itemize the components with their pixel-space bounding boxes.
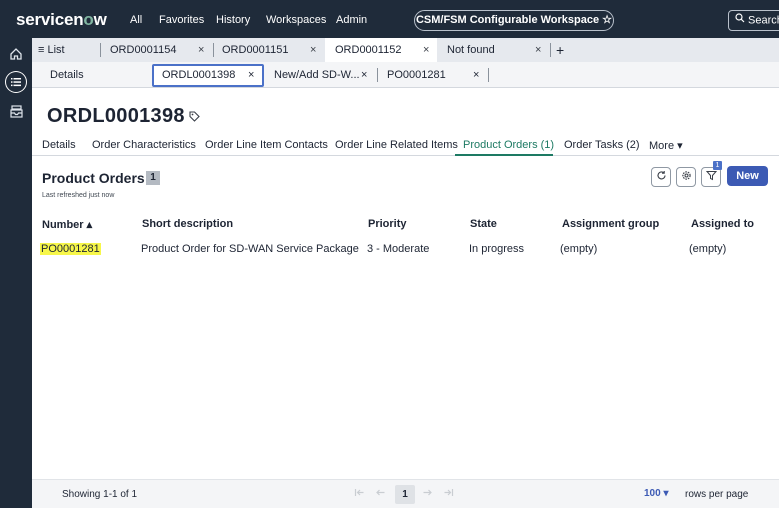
column-header-short-description[interactable]: Short description xyxy=(142,218,233,230)
active-tab-indicator xyxy=(455,154,553,156)
close-icon[interactable]: × xyxy=(423,38,429,62)
tab-label: Not found xyxy=(447,44,495,56)
close-icon[interactable]: × xyxy=(361,64,367,87)
tab-order-characteristics[interactable]: Order Characteristics xyxy=(92,139,196,151)
nav-admin[interactable]: Admin xyxy=(336,14,367,26)
nav-workspaces[interactable]: Workspaces xyxy=(266,14,326,26)
tab-label: New/Add SD-W... xyxy=(274,69,360,81)
filter-count-badge: 1 xyxy=(713,161,722,170)
table-cell-priority: 3 - Moderate xyxy=(367,243,430,255)
gear-icon xyxy=(681,170,692,184)
search-icon xyxy=(735,11,745,30)
tab-order-line-related-items[interactable]: Order Line Related Items xyxy=(335,139,458,151)
home-icon[interactable] xyxy=(5,43,27,65)
record-subtab-bar: Details ORDL0001398 × New/Add SD-W... × PO… xyxy=(32,62,779,88)
showing-count: Showing 1-1 of 1 xyxy=(62,489,138,500)
add-tab-button[interactable]: + xyxy=(556,38,570,62)
subtab-details[interactable]: Details xyxy=(50,64,130,87)
top-navigation-bar: servicenow All Favorites History Workspa… xyxy=(0,0,779,38)
column-header-state[interactable]: State xyxy=(470,218,497,230)
column-header-number[interactable]: Number ▴ xyxy=(42,218,92,231)
tab-divider xyxy=(213,43,214,57)
table-cell-state: In progress xyxy=(469,243,525,255)
tab-label: ORD0001152 xyxy=(335,44,402,56)
product-orders-panel: Product Orders 1 Last refreshed just now… xyxy=(32,157,779,508)
nav-favorites[interactable]: Favorites xyxy=(159,14,204,26)
filter-button[interactable] xyxy=(701,167,721,187)
tab-not-found[interactable]: Not found × xyxy=(447,38,547,62)
order-number-link[interactable]: PO0001281 xyxy=(40,243,101,255)
panel-title: Product Orders xyxy=(42,170,145,186)
close-icon[interactable]: × xyxy=(248,66,254,85)
tab-ord0001154[interactable]: ORD0001154 × xyxy=(110,38,210,62)
list-icon[interactable] xyxy=(5,71,27,93)
first-page-icon[interactable] xyxy=(354,487,365,501)
subtab-ordl0001398[interactable]: ORDL0001398 × xyxy=(152,64,264,87)
settings-button[interactable] xyxy=(676,167,696,187)
close-icon[interactable]: × xyxy=(535,38,541,62)
record-related-tabs: Details Order Characteristics Order Line… xyxy=(32,134,779,156)
pagination-footer: Showing 1-1 of 1 1 100 ▾ rows per page xyxy=(32,479,779,508)
last-refreshed-text: Last refreshed just now xyxy=(42,192,115,199)
table-cell-assigned-to: (empty) xyxy=(689,243,727,255)
close-icon[interactable]: × xyxy=(473,64,479,87)
record-count-badge: 1 xyxy=(146,171,160,185)
table-cell-assignment-group: (empty) xyxy=(560,243,598,255)
close-icon[interactable]: × xyxy=(198,38,204,62)
tab-divider xyxy=(488,68,489,82)
refresh-icon xyxy=(656,170,667,184)
search-label: Search xyxy=(748,14,779,27)
nav-all[interactable]: All xyxy=(130,14,142,26)
tab-details[interactable]: Details xyxy=(42,139,76,151)
tab-label: PO0001281 xyxy=(387,69,446,81)
table-cell-description: Product Order for SD-WAN Service Package xyxy=(141,243,359,255)
tab-label: ORDL0001398 xyxy=(162,69,236,81)
filter-icon xyxy=(705,170,717,184)
new-button[interactable]: New xyxy=(727,166,768,186)
column-header-assignment-group[interactable]: Assignment group xyxy=(562,218,659,230)
left-sidebar xyxy=(0,38,32,508)
refresh-button[interactable] xyxy=(651,167,671,187)
tab-label: ORD0001154 xyxy=(110,44,177,56)
record-title: ORDL0001398 xyxy=(47,105,185,127)
tab-order-tasks[interactable]: Order Tasks (2) xyxy=(564,139,640,151)
inbox-icon[interactable] xyxy=(5,100,27,122)
last-page-icon[interactable] xyxy=(443,487,454,501)
tab-ord0001152[interactable]: ORD0001152 × xyxy=(325,38,437,62)
tag-icon[interactable] xyxy=(189,111,200,125)
tab-label: ORD0001151 xyxy=(222,44,289,56)
workspace-tab-bar: ≡ List ORD0001154 × ORD0001151 × ORD000115… xyxy=(32,38,779,62)
tab-product-orders[interactable]: Product Orders (1) xyxy=(463,139,554,151)
tab-list[interactable]: ≡ List xyxy=(38,38,98,62)
column-header-assigned-to[interactable]: Assigned to xyxy=(691,218,754,230)
workspace-selector[interactable]: CSM/FSM Configurable Workspace ☆ xyxy=(414,10,614,31)
rows-per-page-label: rows per page xyxy=(685,489,749,500)
subtab-new-add-sd-wan[interactable]: New/Add SD-W... × xyxy=(274,64,374,87)
column-header-priority[interactable]: Priority xyxy=(368,218,407,230)
close-icon[interactable]: × xyxy=(310,38,316,62)
next-page-icon[interactable] xyxy=(422,487,433,501)
servicenow-logo[interactable]: servicenow xyxy=(16,10,107,30)
current-page[interactable]: 1 xyxy=(395,485,415,504)
previous-page-icon[interactable] xyxy=(375,487,386,501)
tab-divider xyxy=(100,43,101,57)
tab-label: ≡ List xyxy=(38,44,65,56)
tab-order-line-item-contacts[interactable]: Order Line Item Contacts xyxy=(205,139,328,151)
tab-divider xyxy=(377,68,378,82)
nav-history[interactable]: History xyxy=(216,14,250,26)
rows-per-page-select[interactable]: 100 ▾ xyxy=(644,488,668,499)
global-search[interactable]: Search xyxy=(728,10,779,31)
tab-divider xyxy=(550,43,551,57)
subtab-po0001281[interactable]: PO0001281 × xyxy=(387,64,487,87)
tab-ord0001151[interactable]: ORD0001151 × xyxy=(222,38,322,62)
more-tabs-dropdown[interactable]: More ▾ xyxy=(649,139,683,152)
